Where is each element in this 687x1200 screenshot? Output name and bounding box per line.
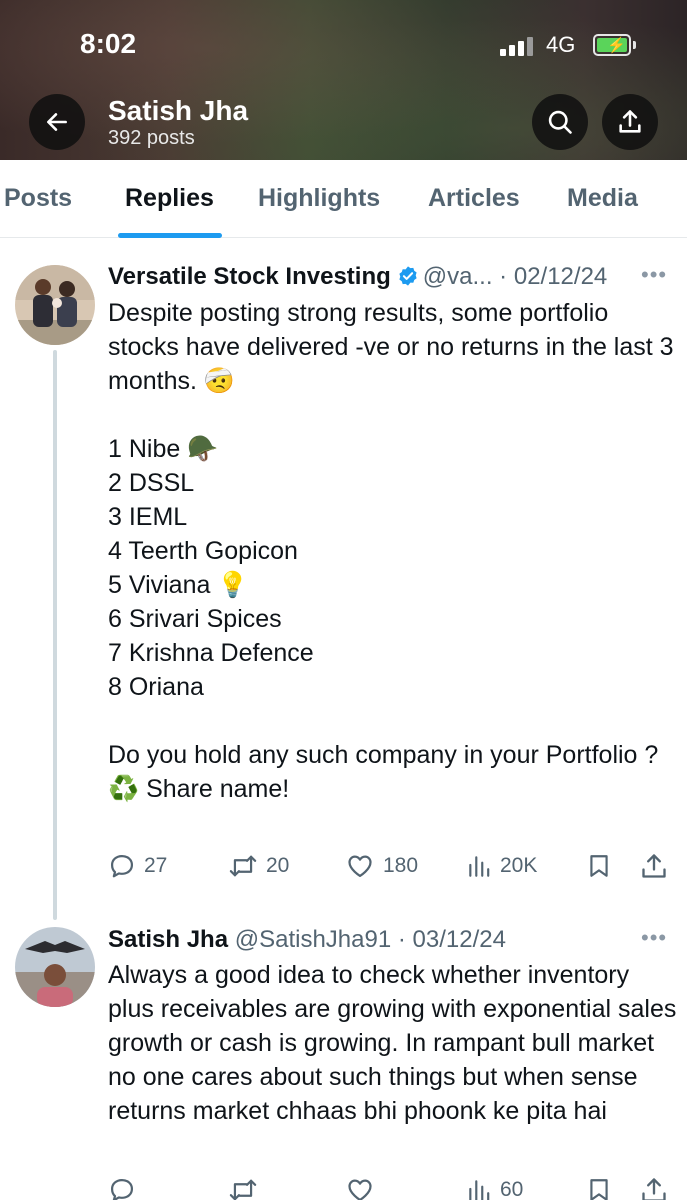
profile-header: 8:02 4G ⚡ Satish Jha 392 posts bbox=[0, 0, 687, 160]
tab-posts[interactable]: Posts bbox=[4, 184, 72, 213]
bookmark-button[interactable] bbox=[586, 852, 612, 880]
active-tab-indicator bbox=[118, 233, 222, 238]
heart-icon bbox=[348, 1179, 372, 1200]
repost-button[interactable] bbox=[228, 1176, 258, 1200]
reply-button[interactable] bbox=[108, 1176, 136, 1200]
battery-tip bbox=[633, 41, 636, 49]
views-count: 20K bbox=[500, 854, 538, 877]
signal-icon bbox=[500, 36, 536, 56]
repost-button[interactable]: 20 bbox=[228, 852, 289, 880]
heart-icon bbox=[348, 855, 372, 878]
reply-count: 27 bbox=[144, 854, 168, 877]
more-options-icon[interactable]: ••• bbox=[641, 925, 667, 951]
views-button[interactable]: 60 bbox=[466, 1176, 523, 1200]
tweet-handle-date: @va... · 02/12/24 bbox=[422, 263, 608, 290]
avatar[interactable] bbox=[15, 927, 95, 1007]
reply-icon bbox=[110, 854, 134, 878]
tweet-header: Versatile Stock Investing @va... · 02/12/… bbox=[108, 263, 607, 291]
tweet-text: Always a good idea to check whether inve… bbox=[108, 961, 677, 1125]
profile-posts-count: 392 posts bbox=[108, 127, 195, 149]
views-count: 60 bbox=[500, 1178, 524, 1200]
views-button[interactable]: 20K bbox=[466, 852, 537, 880]
search-button[interactable] bbox=[532, 94, 588, 150]
network-label: 4G bbox=[546, 32, 576, 57]
avatar-photo bbox=[15, 927, 95, 1007]
arrow-left-icon bbox=[47, 113, 67, 131]
views-icon bbox=[469, 856, 490, 877]
avatar[interactable] bbox=[15, 265, 95, 345]
tweet-author-name[interactable]: Versatile Stock Investing bbox=[108, 263, 391, 290]
repost-icon bbox=[229, 1179, 257, 1200]
tweet-author-name[interactable]: Satish Jha bbox=[108, 926, 228, 953]
views-icon bbox=[469, 1180, 490, 1200]
tab-articles[interactable]: Articles bbox=[428, 184, 520, 213]
bookmark-button[interactable] bbox=[586, 1176, 612, 1200]
repost-icon bbox=[229, 855, 257, 877]
upload-icon bbox=[619, 110, 641, 133]
profile-name: Satish Jha bbox=[108, 95, 249, 126]
verified-badge-icon bbox=[399, 266, 417, 286]
back-button[interactable] bbox=[29, 94, 85, 150]
bookmark-icon bbox=[590, 1179, 608, 1200]
tweet-handle-date: @SatishJha91 · 03/12/24 bbox=[234, 926, 506, 953]
tab-highlights[interactable]: Highlights bbox=[258, 184, 380, 213]
share-icon bbox=[642, 1178, 666, 1200]
tab-replies[interactable]: Replies bbox=[125, 184, 214, 213]
tweet-header: Satish Jha @SatishJha91 · 03/12/24 bbox=[108, 926, 506, 954]
more-options-icon[interactable]: ••• bbox=[641, 262, 667, 288]
bookmark-icon bbox=[590, 855, 608, 877]
share-profile-button[interactable] bbox=[602, 94, 658, 150]
like-button[interactable] bbox=[345, 1176, 375, 1200]
battery-icon: ⚡ bbox=[593, 34, 631, 56]
like-button[interactable]: 180 bbox=[345, 852, 418, 880]
thread-line bbox=[53, 350, 57, 920]
reply-icon bbox=[110, 1178, 134, 1200]
tweet-text: Despite posting strong results, some por… bbox=[108, 299, 674, 803]
tab-media[interactable]: Media bbox=[567, 184, 638, 213]
share-button[interactable] bbox=[640, 1176, 668, 1200]
share-icon bbox=[642, 854, 666, 878]
like-count: 180 bbox=[383, 854, 419, 877]
avatar-photo bbox=[15, 265, 95, 345]
share-button[interactable] bbox=[640, 852, 668, 880]
reply-button[interactable]: 27 bbox=[108, 852, 167, 880]
repost-count: 20 bbox=[266, 854, 290, 877]
status-time: 8:02 bbox=[80, 28, 137, 59]
search-icon bbox=[548, 110, 572, 134]
profile-tabs: Posts Replies Highlights Articles Media bbox=[0, 160, 687, 238]
